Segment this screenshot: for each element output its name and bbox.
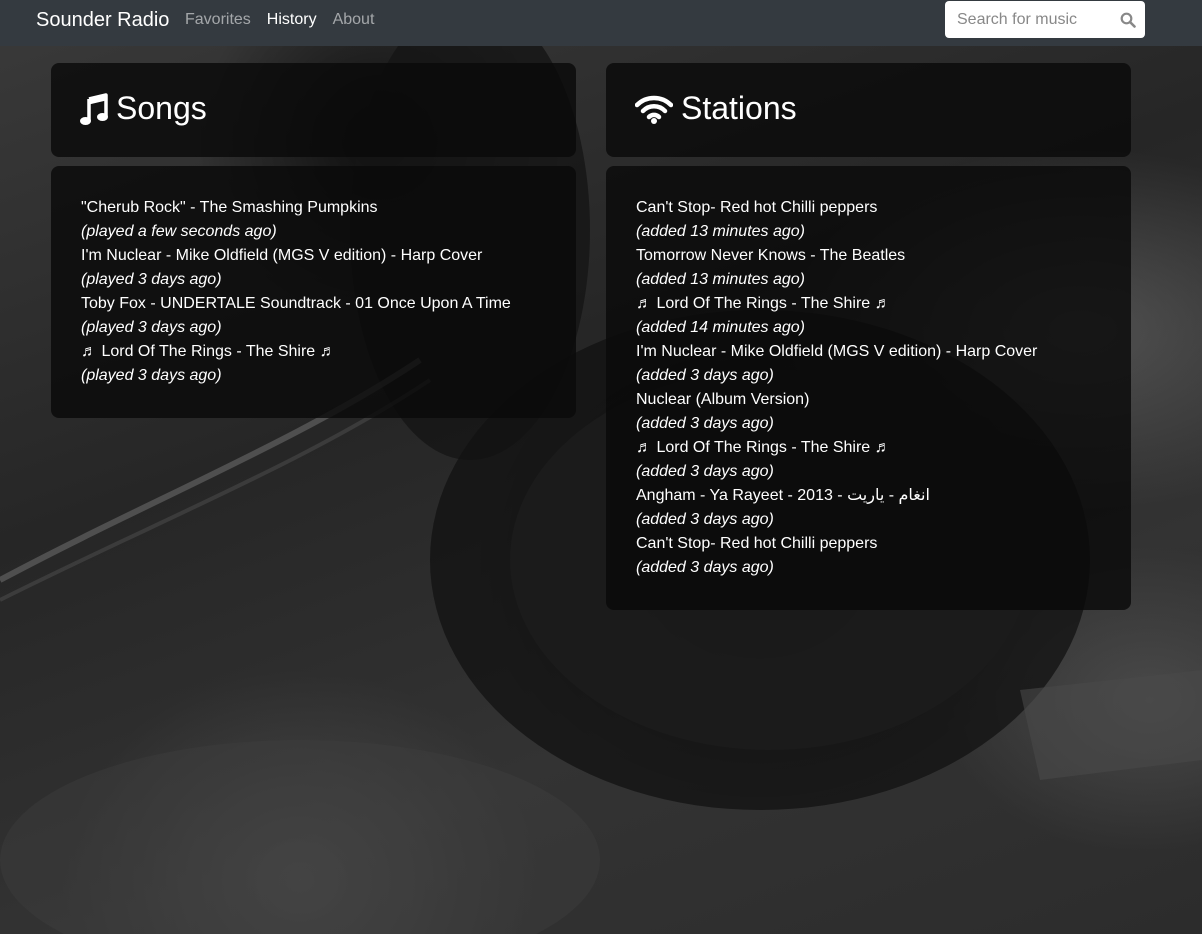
stations-title: Stations	[635, 90, 797, 127]
station-name[interactable]: ♬ Lord Of The Rings - The Shire ♬	[636, 292, 1101, 316]
search-box	[945, 1, 1145, 38]
song-name[interactable]: Toby Fox - UNDERTALE Soundtrack - 01 Onc…	[81, 292, 546, 316]
stations-title-text: Stations	[681, 90, 797, 126]
played-time: (played 3 days ago)	[81, 319, 222, 336]
added-time: (added 13 minutes ago)	[636, 223, 805, 240]
list-item[interactable]: Angham - Ya Rayeet - 2013 - انغام - ياري…	[636, 484, 1101, 532]
search-input[interactable]	[945, 1, 1115, 38]
top-navbar: Sounder Radio Favorites History About	[0, 0, 1202, 46]
song-name[interactable]: ♬ Lord Of The Rings - The Shire ♬	[81, 340, 546, 364]
list-item[interactable]: ♬ Lord Of The Rings - The Shire ♬ (added…	[636, 436, 1101, 484]
brand-logo[interactable]: Sounder Radio	[36, 9, 169, 32]
played-time: (played 3 days ago)	[81, 367, 222, 384]
songs-list: "Cherub Rock" - The Smashing Pumpkins (p…	[51, 166, 576, 418]
added-time: (added 3 days ago)	[636, 367, 774, 384]
songs-header-panel: Songs	[51, 63, 576, 157]
list-item[interactable]: Toby Fox - UNDERTALE Soundtrack - 01 Onc…	[81, 292, 546, 340]
station-name[interactable]: Tomorrow Never Knows - The Beatles	[636, 244, 1101, 268]
list-item[interactable]: "Cherub Rock" - The Smashing Pumpkins (p…	[81, 196, 546, 244]
station-name[interactable]: Angham - Ya Rayeet - 2013 - انغام - ياري…	[636, 484, 1101, 508]
stations-list: Can't Stop- Red hot Chilli peppers (adde…	[606, 166, 1131, 610]
added-time: (added 14 minutes ago)	[636, 319, 805, 336]
added-time: (added 3 days ago)	[636, 511, 774, 528]
station-name[interactable]: Can't Stop- Red hot Chilli peppers	[636, 196, 1101, 220]
song-name[interactable]: I'm Nuclear - Mike Oldfield (MGS V editi…	[81, 244, 546, 268]
nav-link-history[interactable]: History	[267, 11, 317, 29]
list-item[interactable]: Can't Stop- Red hot Chilli peppers (adde…	[636, 532, 1101, 580]
wifi-icon	[635, 95, 673, 124]
played-time: (played a few seconds ago)	[81, 223, 277, 240]
station-name[interactable]: Can't Stop- Red hot Chilli peppers	[636, 532, 1101, 556]
list-item[interactable]: Tomorrow Never Knows - The Beatles (adde…	[636, 244, 1101, 292]
added-time: (added 3 days ago)	[636, 559, 774, 576]
station-name[interactable]: Nuclear (Album Version)	[636, 388, 1101, 412]
nav-link-favorites[interactable]: Favorites	[185, 11, 251, 29]
music-note-icon	[80, 92, 108, 125]
station-name[interactable]: ♬ Lord Of The Rings - The Shire ♬	[636, 436, 1101, 460]
added-time: (added 13 minutes ago)	[636, 271, 805, 288]
played-time: (played 3 days ago)	[81, 271, 222, 288]
station-name[interactable]: I'm Nuclear - Mike Oldfield (MGS V editi…	[636, 340, 1101, 364]
song-name[interactable]: "Cherub Rock" - The Smashing Pumpkins	[81, 196, 546, 220]
nav-links: Favorites History About	[185, 11, 374, 29]
nav-link-about[interactable]: About	[333, 11, 375, 29]
stations-header-panel: Stations	[606, 63, 1131, 157]
added-time: (added 3 days ago)	[636, 415, 774, 432]
search-icon[interactable]	[1120, 12, 1136, 28]
list-item[interactable]: Can't Stop- Red hot Chilli peppers (adde…	[636, 196, 1101, 244]
songs-title: Songs	[80, 90, 207, 127]
list-item[interactable]: I'm Nuclear - Mike Oldfield (MGS V editi…	[81, 244, 546, 292]
list-item[interactable]: I'm Nuclear - Mike Oldfield (MGS V editi…	[636, 340, 1101, 388]
list-item[interactable]: ♬ Lord Of The Rings - The Shire ♬ (playe…	[81, 340, 546, 388]
list-item[interactable]: ♬ Lord Of The Rings - The Shire ♬ (added…	[636, 292, 1101, 340]
songs-title-text: Songs	[116, 90, 207, 126]
list-item[interactable]: Nuclear (Album Version) (added 3 days ag…	[636, 388, 1101, 436]
added-time: (added 3 days ago)	[636, 463, 774, 480]
